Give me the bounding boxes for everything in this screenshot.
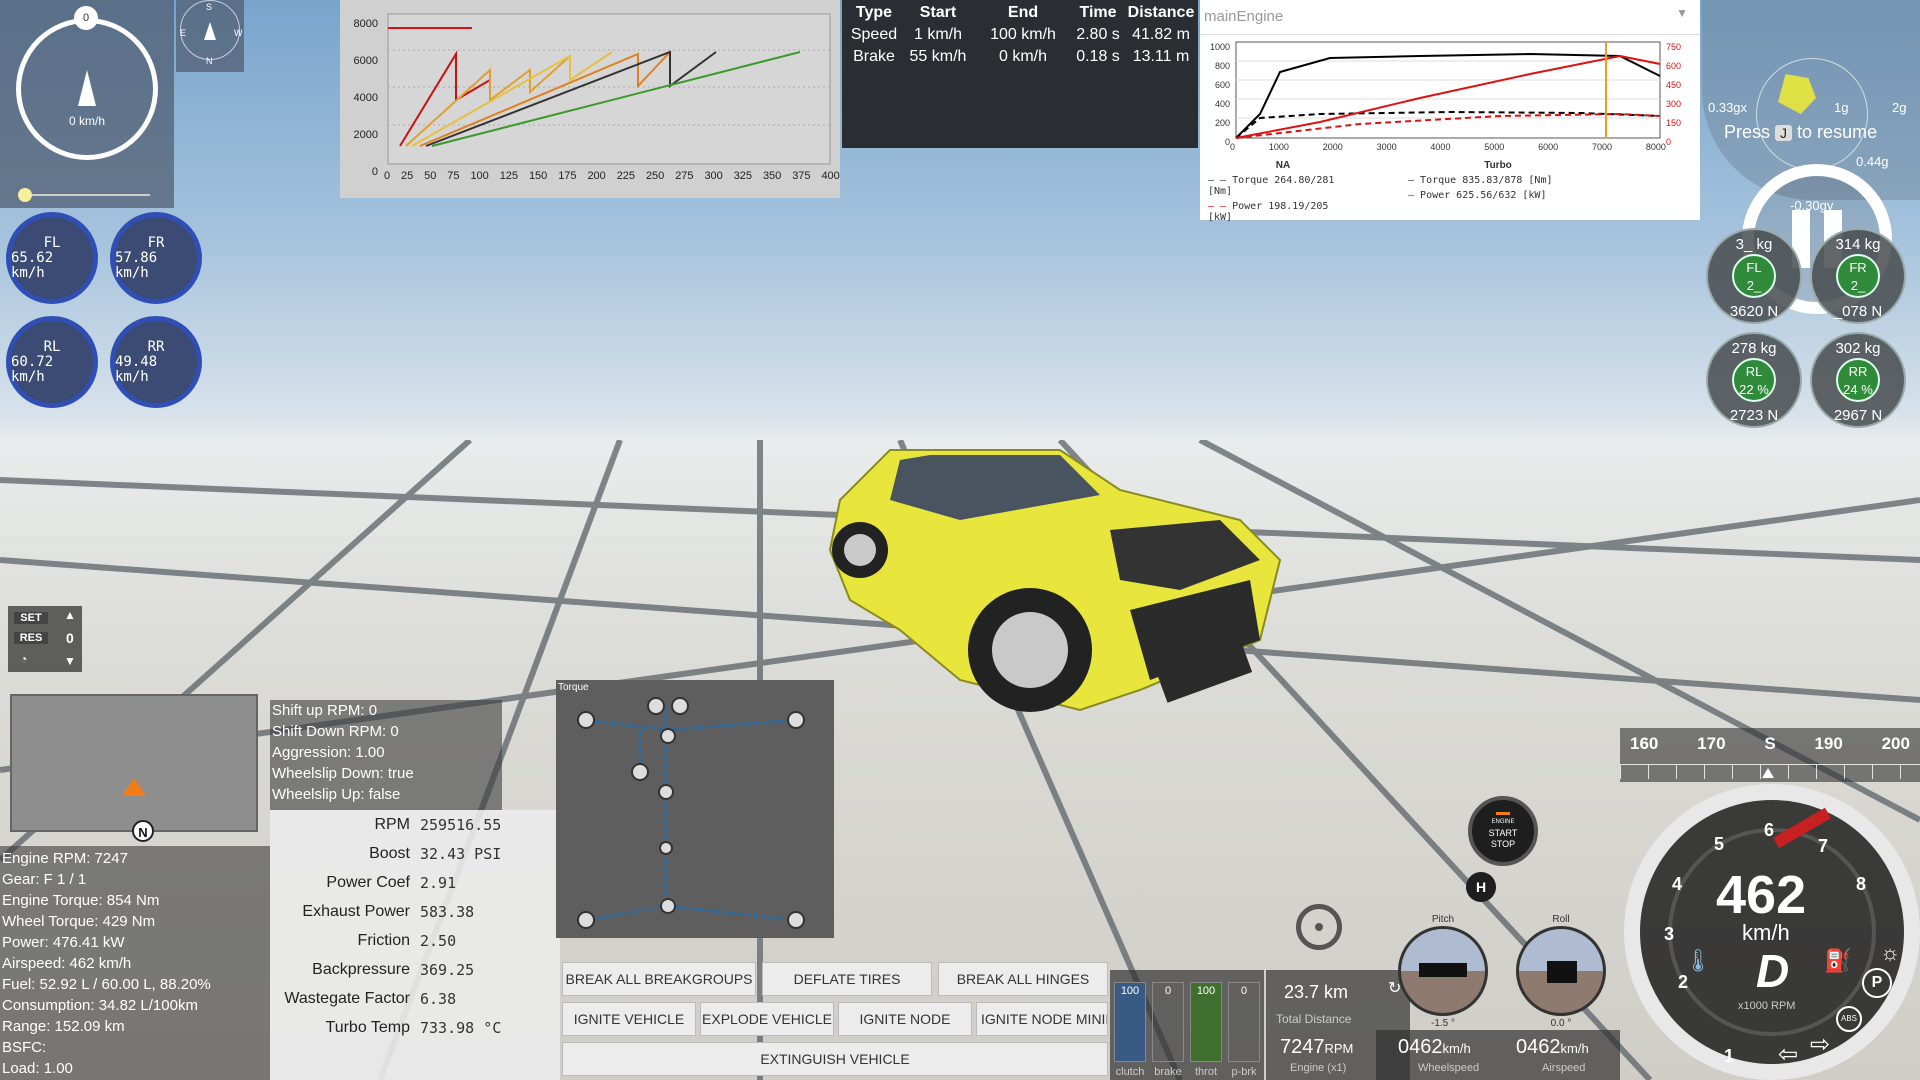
mini-compass-rose: S N E W xyxy=(176,0,244,72)
trip-distance: 23.7 km xyxy=(1284,982,1349,1002)
minimap[interactable] xyxy=(10,694,258,832)
headlight-icon: ☼ xyxy=(1880,940,1901,965)
zoom-slider-track[interactable] xyxy=(20,194,150,196)
tire-weight-fl: 3_ kg FL 2_ 3620 N xyxy=(1706,228,1802,324)
break-all-hinges-button[interactable]: BREAK ALL HINGES xyxy=(938,962,1108,996)
cruise-set-button[interactable]: SET xyxy=(14,612,48,624)
engine-stats-panel: Engine RPM: 7247 Gear: F 1 / 1 Engine Torq… xyxy=(0,846,270,1080)
tire-weight-fr: 314 kg FR 2_ _078 N xyxy=(1810,228,1906,324)
heading-badge: 0 xyxy=(74,6,98,30)
engine-start-stop-button[interactable]: ENGINE START STOP xyxy=(1468,796,1538,866)
pitch-gauge xyxy=(1398,926,1488,1016)
abs-icon: ABS xyxy=(1836,1006,1862,1032)
turn-signal-left-icon: ⇦ xyxy=(1778,1041,1799,1068)
heading-arrow-icon xyxy=(78,70,96,106)
deflate-tires-button[interactable]: DEFLATE TIRES xyxy=(762,962,932,996)
speedometer-gauge: 462 km/h D x1000 RPM 🌡 ⛽ 1 2 3 4 5 6 7 8 xyxy=(1624,784,1920,1080)
ignite-node-button[interactable]: IGNITE NODE xyxy=(838,1002,972,1036)
player-arrow-icon xyxy=(122,778,146,796)
shift-info-panel: Shift up RPM: 0 Shift Down RPM: 0 Aggressi… xyxy=(270,700,502,810)
explode-vehicle-button[interactable]: EXPLODE VEHICLE xyxy=(700,1002,834,1036)
heading-strip: 160 170 S 190 200 xyxy=(1620,728,1920,782)
wheel-speed-fl: FL 65.62 km/h xyxy=(6,212,98,304)
hazard-h-icon[interactable]: H xyxy=(1466,872,1496,902)
wheel-speed-rl: RL 60.72 km/h xyxy=(6,316,98,408)
temperature-icon: 🌡 xyxy=(1684,948,1712,973)
keyboard-key-icon: J xyxy=(1775,125,1793,141)
pedal-inputs: 100 clutch 0 brake 100 throt 0 p-brk xyxy=(1110,970,1264,1080)
pickup-truck-icon xyxy=(1419,963,1467,977)
cruise-down-icon[interactable]: ▼ xyxy=(64,654,76,668)
north-arrow-icon xyxy=(204,22,216,40)
gear-indicator: D xyxy=(1756,945,1790,997)
break-all-breakgroups-button[interactable]: BREAK ALL BREAKGROUPS xyxy=(562,962,756,996)
turn-signal-right-icon: ⇨ xyxy=(1810,1031,1831,1058)
roll-gauge xyxy=(1516,926,1606,1016)
powertrain-diagram: Torque xyxy=(556,680,834,938)
yellow-sedan-vehicle[interactable] xyxy=(780,430,1340,750)
zoom-slider-handle[interactable] xyxy=(18,188,32,202)
ignite-vehicle-button[interactable]: IGNITE VEHICLE xyxy=(562,1002,696,1036)
engine-rpm-readout: 7247RPM xyxy=(1280,1036,1354,1058)
engine-select-dropdown[interactable]: mainEngine ▼ xyxy=(1200,0,1700,35)
steering-wheel-icon xyxy=(1296,904,1342,950)
ignite-node-minimal-button[interactable]: IGNITE NODE MINIM xyxy=(976,1002,1108,1036)
chart-x-ticks: 0 25 50 75 100 125 150 175 200 225 250 275 300 325 350… xyxy=(384,170,840,182)
truck-rear-icon xyxy=(1547,961,1577,983)
speed-readout: 462 xyxy=(1716,865,1807,925)
legend-na: NA ‒ ‒ Torque 264.80/281 [Nm] ‒ ‒ Power … xyxy=(1208,160,1335,223)
north-marker-icon: N xyxy=(132,820,154,842)
cruise-value: 0 xyxy=(66,630,74,646)
wheel-node-icon xyxy=(577,711,595,729)
speed-readouts: 0462km/h Wheelspeed 0462km/h Airspeed xyxy=(1376,1030,1620,1080)
parking-brake-icon: P xyxy=(1862,968,1892,998)
heading-pointer-icon xyxy=(1762,768,1774,778)
gear-rpm-chart: 8000 6000 4000 2000 0 0 25 50 75 100 125 150 175 200… xyxy=(340,0,840,198)
pause-hint: Press J to resume xyxy=(1724,122,1878,142)
cruise-resume-button[interactable]: RES xyxy=(14,632,48,644)
tire-weight-rr: 302 kg RR 24 % 2967 N xyxy=(1810,332,1906,428)
legend-turbo: Turbo — Torque 835.83/878 [Nm] — Power 6… xyxy=(1408,160,1553,201)
engine-torque-graph: mainEngine ▼ 1000 800 600 400 200 0 750 600 450… xyxy=(1200,0,1700,223)
fuel-pump-icon: ⛽ xyxy=(1824,948,1852,973)
cruise-speedometer-icon: ◔ xyxy=(20,652,28,666)
tire-weight-rl: 278 kg RL 22 % 2723 N xyxy=(1706,332,1802,428)
compass-panel: 0 0 km/h xyxy=(0,0,174,208)
cruise-up-icon[interactable]: ▲ xyxy=(64,608,76,622)
compass-speed: 0 km/h xyxy=(68,114,105,128)
chevron-down-icon: ▼ xyxy=(1676,6,1688,20)
wheel-speed-fr: FR 57.86 km/h xyxy=(110,212,202,304)
extinguish-vehicle-button[interactable]: EXTINGUISH VEHICLE xyxy=(562,1042,1108,1076)
turbo-params-panel: RPM 259516.55 Boost 32.43 PSI Power Coef 2.… xyxy=(270,810,560,1080)
performance-table: Type Start End Time Distance Speed 1 km/h 100 … xyxy=(842,0,1198,148)
cruise-control: SET RES ◔ ▲ 0 ▼ xyxy=(8,606,82,672)
chart-y-ticks: 8000 6000 4000 2000 0 xyxy=(353,18,378,178)
wheel-speed-rr: RR 49.48 km/h xyxy=(110,316,202,408)
